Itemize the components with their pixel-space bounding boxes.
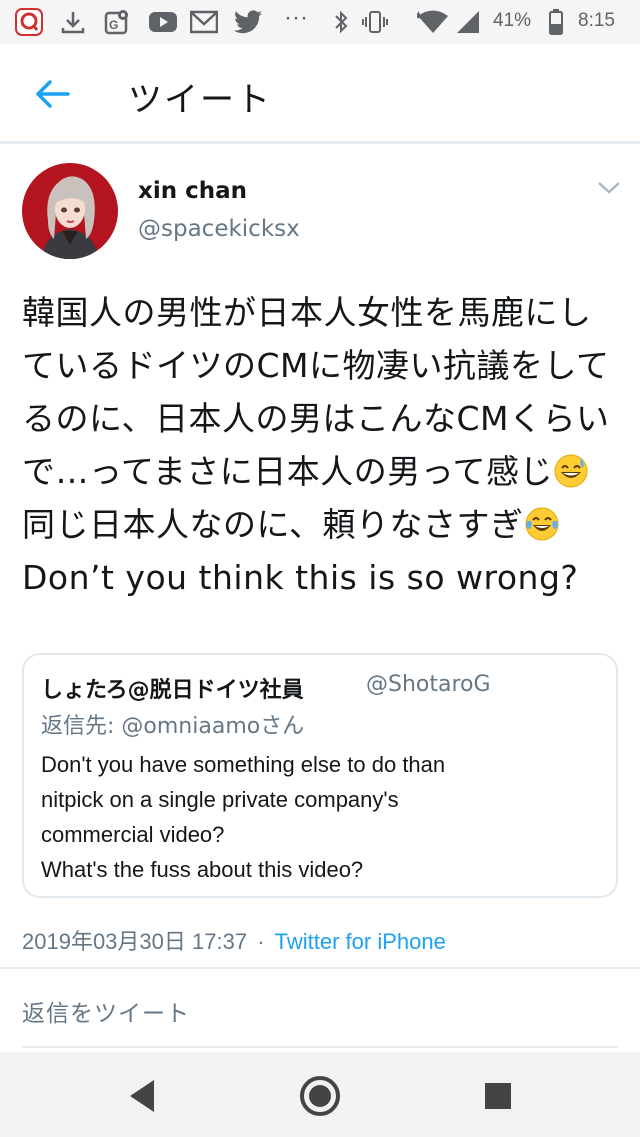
tweet-timestamp: 2019年03月30日 17:37 (22, 929, 248, 954)
meta-separator: · (257, 929, 265, 954)
quoted-tweet-card[interactable]: しょたろ@脱日ドイツ社員 @ShotaroG 返信先: @omniaamoさん … (22, 653, 618, 898)
nav-recents-button[interactable] (474, 1072, 522, 1120)
quoted-reply-to: 返信先: @omniaamoさん (41, 714, 305, 739)
reply-input[interactable]: 返信をツイート (22, 994, 618, 1042)
tweet-meta: 2019年03月30日 17:37 · Twitter for iPhone (22, 924, 446, 956)
divider (0, 967, 640, 969)
arrow-left-icon (36, 80, 70, 108)
quoted-line: commercial video? (41, 822, 225, 847)
quoted-author-handle: @ShotaroG (366, 672, 491, 697)
gmail-icon (188, 8, 220, 36)
quoted-line: nitpick on a single private company's (41, 787, 399, 812)
app-notification-icon (14, 8, 44, 36)
back-button[interactable] (28, 72, 76, 116)
signal-icon (452, 8, 482, 36)
tears-of-joy-emoji (525, 503, 559, 541)
author-name[interactable]: xin chan (138, 178, 247, 204)
back-triangle-icon (130, 1080, 154, 1112)
tweet-text-part-3: Don’t you think this is so wrong? (22, 558, 579, 597)
bluetooth-icon (328, 8, 354, 36)
svg-text:G: G (109, 18, 118, 32)
tweet-menu-button[interactable] (596, 178, 622, 198)
top-app-bar: ツイート (0, 44, 640, 144)
battery-percent: 41% (493, 10, 532, 31)
clock: 8:15 (578, 10, 615, 31)
tweet-source-link[interactable]: Twitter for iPhone (275, 929, 446, 954)
quoted-author-name: しょたろ@脱日ドイツ社員 (41, 678, 304, 703)
more-dots-icon: ··· (284, 4, 308, 31)
recents-square-icon (485, 1083, 511, 1109)
nav-back-button[interactable] (118, 1072, 166, 1120)
wifi-icon: ▲ (416, 8, 450, 36)
twitter-icon (232, 8, 264, 36)
chevron-down-icon (598, 182, 620, 194)
tweet-text: 韓国人の男性が日本人女性を馬鹿にしているドイツのCMに物凄い抗議をしてるのに、日… (22, 286, 622, 604)
system-nav-bar (0, 1052, 640, 1137)
svg-text:▲: ▲ (417, 10, 422, 20)
grinning-sweat-emoji (554, 450, 588, 488)
nav-home-button[interactable] (296, 1072, 344, 1120)
page-title: ツイート (128, 80, 272, 120)
battery-icon (546, 8, 566, 36)
author-handle[interactable]: @spacekicksx (138, 216, 300, 242)
avatar[interactable] (22, 163, 118, 259)
tweet-text-part-1: 韓国人の男性が日本人女性を馬鹿にしているドイツのCMに物凄い抗議をしてるのに、日… (22, 293, 610, 491)
quoted-line: What's the fuss about this video? (41, 857, 364, 882)
reply-underline (22, 1046, 618, 1048)
home-circle-icon (300, 1076, 340, 1116)
download-icon (58, 8, 88, 36)
tweet-text-part-2: 同じ日本人なのに、頼りなさすぎ (22, 505, 524, 544)
maps-icon: G (102, 8, 132, 36)
status-bar: G ··· ▲ 41% 8:15 (0, 0, 640, 44)
quoted-line: Don't you have something else to do than (41, 752, 446, 777)
quoted-tweet-text: Don't you have something else to do than… (41, 747, 601, 887)
youtube-icon (146, 8, 180, 36)
vibrate-icon (360, 8, 390, 36)
